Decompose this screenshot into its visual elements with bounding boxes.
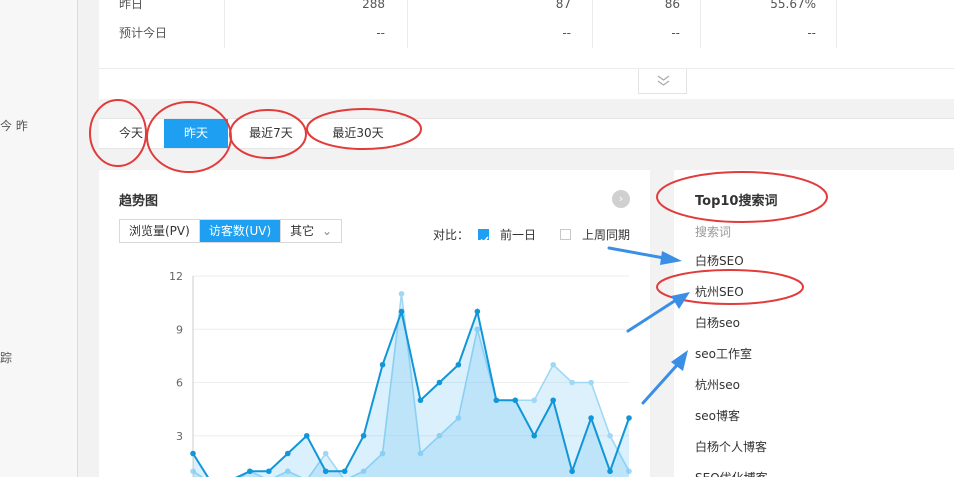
- data-point: [436, 379, 443, 386]
- data-point: [398, 290, 405, 297]
- keyword-item[interactable]: SEO优化博客: [695, 469, 768, 477]
- data-point: [474, 308, 481, 315]
- metric-switcher: 浏览量(PV) 访客数(UV) 其它 ⌄: [119, 219, 343, 243]
- data-point: [398, 308, 405, 315]
- trend-title: 趋势图: [119, 194, 159, 209]
- top10-title: Top10搜索词: [695, 194, 778, 209]
- data-point: [550, 397, 556, 404]
- chevron-down-icon: ⌄: [322, 224, 333, 238]
- stats-table: 昨日 288 87 86 55.67% 预计今日 -- -- -- --: [99, 0, 954, 99]
- data-point: [190, 450, 196, 457]
- data-point: [303, 432, 310, 439]
- column-divider: [700, 0, 701, 48]
- compare-prev-day-label: 前一日: [500, 228, 537, 242]
- keyword-item[interactable]: seo博客: [695, 407, 740, 424]
- uv-value: --: [562, 26, 571, 40]
- trend-chart: 3 6 9 12: [169, 270, 632, 477]
- data-point: [512, 397, 519, 404]
- column-divider: [224, 0, 225, 48]
- data-point: [284, 450, 291, 457]
- bounce-value: 55.67%: [770, 0, 816, 11]
- sidebar-label-date: 今 昨: [0, 119, 28, 133]
- pv-value: 288: [362, 0, 385, 11]
- column-divider: [407, 0, 408, 48]
- data-point: [417, 397, 424, 404]
- bounce-value: --: [807, 26, 816, 40]
- tab-last-7-days[interactable]: 最近7天: [242, 119, 300, 148]
- y-tick-label: 12: [169, 270, 183, 283]
- keyword-item[interactable]: 白杨SEO: [695, 252, 744, 269]
- uv-value: 87: [555, 0, 571, 11]
- stats-row-forecast: 预计今日 -- -- -- --: [99, 27, 954, 53]
- expand-button[interactable]: [638, 69, 687, 94]
- data-point: [341, 468, 348, 475]
- row-label: 预计今日: [119, 26, 168, 40]
- time-range-tabs: 今天 昨天 最近7天 最近30天: [99, 118, 954, 149]
- y-tick-label: 9: [176, 323, 183, 336]
- sidebar-label-track: 踪: [0, 351, 13, 365]
- row-label: 昨日: [119, 0, 144, 11]
- metric-pv-button[interactable]: 浏览量(PV): [120, 220, 200, 242]
- stats-row-yesterday: 昨日 288 87 86 55.67%: [99, 0, 954, 24]
- data-point: [266, 468, 272, 475]
- data-point: [607, 468, 613, 475]
- data-point: [322, 450, 329, 457]
- keyword-item[interactable]: 白杨seo: [695, 314, 740, 331]
- data-point: [493, 397, 500, 404]
- data-point: [379, 361, 386, 368]
- data-point: [531, 432, 538, 439]
- app-root: 今 昨 踪 昨日 288 87 86 55.67% 预计今日 -- -- -- …: [0, 0, 954, 477]
- more-icon[interactable]: ›: [612, 190, 630, 208]
- data-point: [588, 415, 594, 421]
- top10-panel: Top10搜索词 搜索词 白杨SEO 杭州SEO 白杨seo seo工作室 杭州…: [674, 170, 954, 477]
- keyword-item[interactable]: seo工作室: [695, 345, 752, 362]
- ip-value: --: [671, 26, 680, 40]
- checkmark-icon: [480, 236, 489, 244]
- metric-other-label: 其它: [290, 224, 315, 238]
- trend-panel: 趋势图 › 浏览量(PV) 访客数(UV) 其它 ⌄ 对比： 前一日 上周同期 …: [99, 170, 650, 477]
- tab-last-30-days[interactable]: 最近30天: [326, 119, 390, 148]
- metric-uv-button[interactable]: 访客数(UV): [199, 220, 282, 242]
- keyword-item[interactable]: 杭州SEO: [695, 283, 744, 300]
- data-point: [322, 468, 329, 475]
- compare-label: 对比：: [433, 228, 470, 242]
- data-point: [626, 415, 632, 421]
- ip-value: 86: [664, 0, 680, 11]
- data-point: [569, 468, 575, 475]
- keyword-item[interactable]: 杭州seo: [695, 376, 740, 393]
- data-point: [550, 361, 556, 368]
- column-divider: [836, 0, 837, 48]
- compare-last-week-label: 上周同期: [582, 228, 631, 242]
- data-point: [531, 397, 538, 404]
- data-point: [607, 432, 613, 439]
- tab-today[interactable]: 今天: [113, 119, 149, 148]
- keyword-item[interactable]: 白杨个人博客: [695, 438, 767, 455]
- column-divider: [592, 0, 593, 48]
- data-point: [247, 468, 253, 475]
- keyword-column-header: 搜索词: [695, 225, 732, 239]
- compare-last-week-checkbox[interactable]: [560, 229, 571, 240]
- data-point: [569, 379, 575, 386]
- data-point: [360, 432, 367, 439]
- double-chevron-down-icon: [657, 75, 670, 86]
- pv-value: --: [376, 26, 385, 40]
- tab-yesterday[interactable]: 昨天: [164, 119, 228, 148]
- data-point: [588, 379, 594, 386]
- y-tick-label: 3: [176, 430, 183, 443]
- table-divider: [99, 68, 954, 69]
- metric-other-dropdown[interactable]: 其它 ⌄: [281, 220, 341, 242]
- y-tick-label: 6: [176, 377, 183, 390]
- left-sidebar: 今 昨 踪: [0, 0, 78, 477]
- compare-prev-day-checkbox[interactable]: [478, 229, 489, 244]
- data-point: [455, 361, 462, 368]
